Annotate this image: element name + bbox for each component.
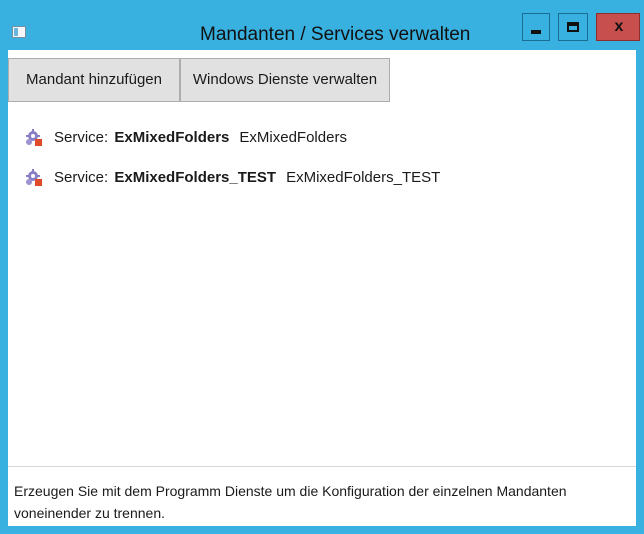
service-prefix: Service:	[54, 129, 109, 146]
window-title: Mandanten / Services verwalten	[200, 24, 471, 45]
status-text: Erzeugen Sie mit dem Programm Dienste um…	[14, 483, 567, 521]
service-list: Service: ExMixedFolders ExMixedFolders Se…	[8, 124, 636, 204]
service-display-name: ExMixedFolders_TEST	[286, 169, 441, 186]
app-icon-bar	[14, 28, 18, 36]
service-entry-text: Service: ExMixedFolders ExMixedFolders	[54, 128, 347, 148]
service-gear-icon	[26, 129, 42, 146]
service-prefix: Service:	[54, 169, 109, 186]
list-item[interactable]: Service: ExMixedFolders ExMixedFolders	[8, 124, 636, 164]
add-mandant-button[interactable]: Mandant hinzufügen	[8, 58, 180, 102]
service-name: ExMixedFolders	[114, 129, 230, 146]
manage-windows-services-button[interactable]: Windows Dienste verwalten	[180, 58, 390, 102]
client-area: Mandant hinzufügen Windows Dienste verwa…	[8, 50, 636, 526]
service-gear-icon	[26, 169, 42, 186]
service-name: ExMixedFolders_TEST	[114, 169, 277, 186]
maximize-icon	[567, 22, 579, 32]
app-icon	[12, 26, 26, 38]
list-item[interactable]: Service: ExMixedFolders_TEST ExMixedFolde…	[8, 164, 636, 204]
service-entry-text: Service: ExMixedFolders_TEST ExMixedFolde…	[54, 168, 440, 188]
service-display-name: ExMixedFolders	[239, 129, 347, 146]
status-divider	[8, 466, 636, 467]
minimize-icon	[531, 30, 541, 34]
title-bar[interactable]: Mandanten / Services verwalten x	[0, 0, 644, 50]
app-window: Mandanten / Services verwalten x Mandant…	[0, 0, 644, 534]
maximize-button[interactable]	[558, 13, 588, 41]
minimize-button[interactable]	[522, 13, 550, 41]
close-button[interactable]: x	[596, 13, 640, 41]
close-icon: x	[614, 18, 624, 35]
